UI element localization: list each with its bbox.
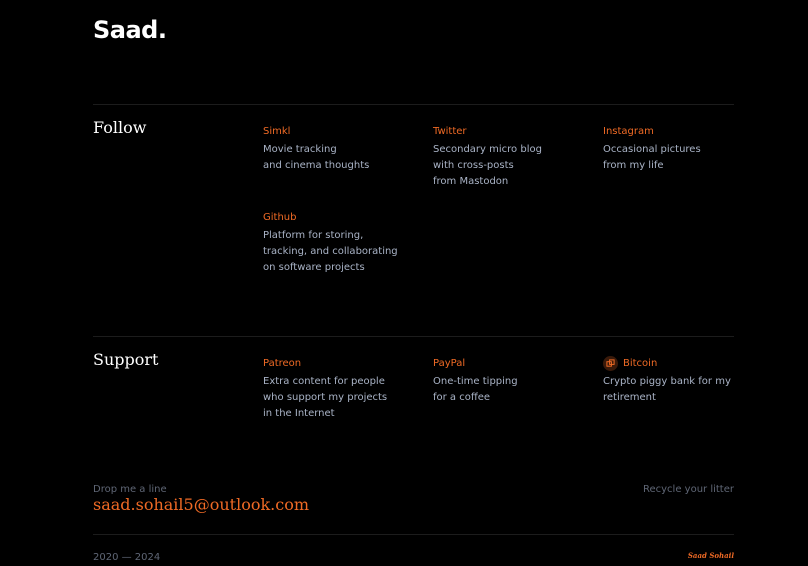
bitcoin-label: Bitcoin (623, 357, 658, 369)
github-desc-line: on software projects (263, 262, 365, 273)
support-section-title: Support (93, 350, 159, 369)
twitter-desc-line: from Mastodon (433, 176, 509, 187)
copyright-years: 2020 — 2024 (93, 552, 161, 563)
page: Saad. Follow Simkl Movie tracking and ci… (0, 0, 808, 566)
follow-item-simkl: Simkl Movie tracking and cinema thoughts (263, 126, 423, 174)
simkl-desc-line: and cinema thoughts (263, 160, 370, 171)
bitcoin-icon (603, 356, 618, 371)
simkl-link[interactable]: Simkl (263, 126, 423, 138)
patreon-desc-line: who support my projects (263, 392, 388, 403)
divider (93, 336, 734, 337)
paypal-desc-line: for a coffee (433, 392, 491, 403)
github-link[interactable]: Github (263, 212, 423, 224)
github-desc-line: Platform for storing, (263, 230, 364, 241)
paypal-desc-line: One-time tipping (433, 376, 518, 387)
simkl-desc-line: Movie tracking (263, 144, 337, 155)
follow-section-title: Follow (93, 118, 147, 137)
patreon-desc-line: Extra content for people (263, 376, 385, 387)
follow-item-instagram: Instagram Occasional pictures from my li… (603, 126, 763, 174)
instagram-link[interactable]: Instagram (603, 126, 763, 138)
instagram-desc-line: from my life (603, 160, 664, 171)
twitter-desc-line: with cross-posts (433, 160, 514, 171)
patreon-link[interactable]: Patreon (263, 358, 423, 370)
divider (93, 104, 734, 105)
follow-item-github: Github Platform for storing, tracking, a… (263, 212, 423, 276)
support-item-patreon: Patreon Extra content for people who sup… (263, 358, 423, 422)
twitter-desc-line: Secondary micro blog (433, 144, 542, 155)
twitter-link[interactable]: Twitter (433, 126, 593, 138)
bitcoin-desc-line: retirement (603, 392, 656, 403)
bitcoin-desc-line: Crypto piggy bank for my (603, 376, 731, 387)
recycle-link[interactable]: Recycle your litter (643, 484, 734, 495)
bitcoin-link[interactable]: Bitcoin (603, 356, 763, 371)
drop-line-label: Drop me a line (93, 484, 167, 495)
follow-item-twitter: Twitter Secondary micro blog with cross-… (433, 126, 593, 190)
paypal-link[interactable]: PayPal (433, 358, 593, 370)
email-link[interactable]: saad.sohail5@outlook.com (93, 495, 309, 514)
instagram-desc-line: Occasional pictures (603, 144, 701, 155)
github-desc-line: tracking, and collaborating (263, 246, 398, 257)
support-item-paypal: PayPal One-time tipping for a coffee (433, 358, 593, 406)
patreon-desc-line: in the Internet (263, 408, 335, 419)
signature: Saad Sohail (687, 551, 734, 560)
site-logo[interactable]: Saad. (93, 16, 167, 44)
divider (93, 534, 734, 535)
support-item-bitcoin: Bitcoin Crypto piggy bank for my retirem… (603, 356, 763, 406)
